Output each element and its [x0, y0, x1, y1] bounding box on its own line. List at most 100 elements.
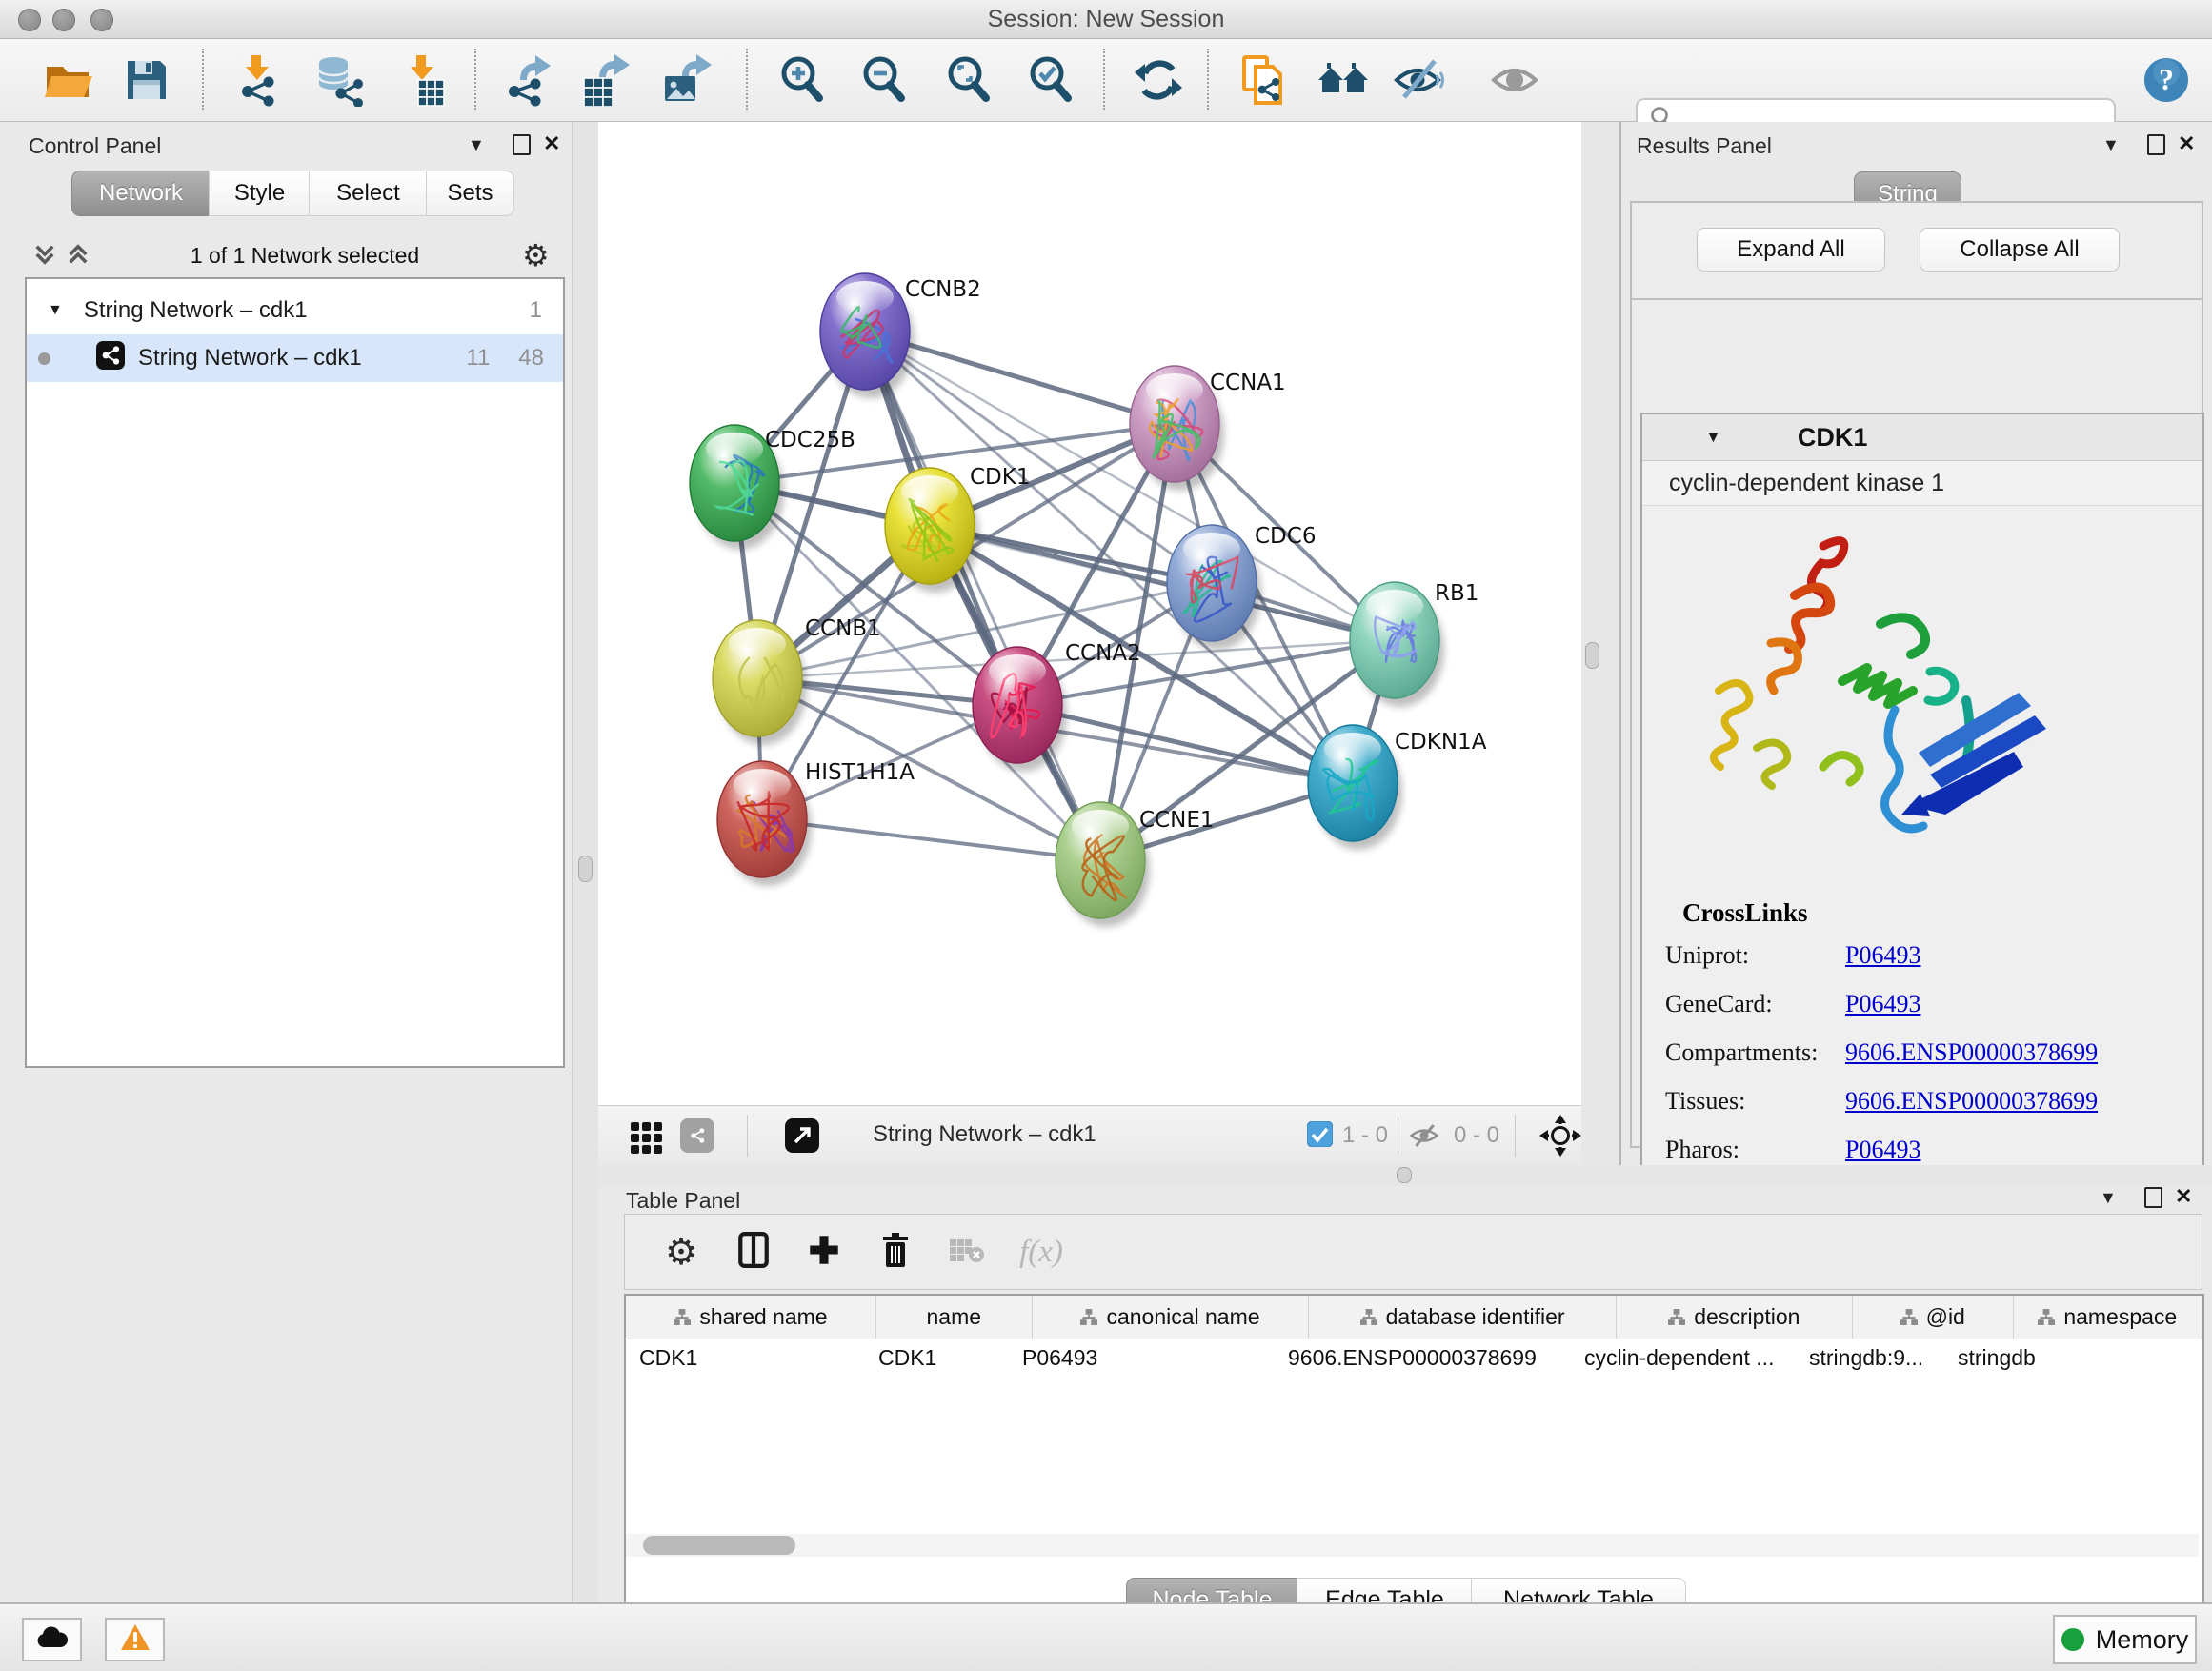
expand-all-button[interactable]: Expand All — [1697, 228, 1885, 272]
collapse-all-button[interactable]: Collapse All — [1920, 228, 2120, 272]
network-node-HIST1H1A[interactable]: HIST1H1A — [717, 760, 915, 886]
network-edge-CCNE1-HIST1H1A[interactable] — [762, 819, 1100, 860]
table-gear-icon[interactable]: ⚙ — [665, 1234, 697, 1270]
table-hscrollbar-thumb[interactable] — [643, 1536, 795, 1555]
collection-expand-icon[interactable]: ▼ — [48, 302, 63, 319]
zoom-fit-content-icon[interactable] — [940, 51, 997, 109]
results-panel-close-icon[interactable]: ✕ — [2178, 131, 2195, 156]
control-panel-close-icon[interactable]: ✕ — [543, 131, 560, 156]
network-status-dot — [38, 352, 50, 365]
collapse-all-icon[interactable] — [34, 244, 55, 270]
table-cell[interactable]: P06493 — [1009, 1339, 1275, 1376]
network-edge-CCNA2-CDKN1A[interactable] — [1017, 705, 1353, 783]
network-node-RB1[interactable]: RB1 — [1350, 581, 1478, 707]
table-panel: Table Panel ▼ ✕ ⚙ f(x) shared namenameca… — [598, 1186, 2212, 1602]
node-label-CDK1: CDK1 — [970, 465, 1031, 490]
clone-network-icon[interactable] — [1235, 51, 1292, 109]
hide-selected-eye-icon[interactable] — [1391, 51, 1448, 109]
import-network-database-icon[interactable] — [311, 51, 368, 109]
table-cell[interactable]: CDK1 — [626, 1339, 865, 1376]
add-column-icon[interactable] — [808, 1234, 840, 1271]
tab-network[interactable]: Network — [71, 171, 211, 216]
network-node-CCNA1[interactable]: CCNA1 — [1130, 366, 1286, 491]
horizontal-splitter-handle[interactable] — [1397, 1167, 1412, 1183]
delete-column-icon[interactable] — [880, 1232, 911, 1273]
table-cell[interactable]: stringdb — [1944, 1339, 2122, 1376]
network-share-icon[interactable] — [680, 1118, 714, 1153]
save-session-icon[interactable] — [118, 51, 175, 109]
zoom-in-icon[interactable] — [774, 51, 831, 109]
table-hscrollbar[interactable] — [626, 1534, 2199, 1557]
tab-style[interactable]: Style — [209, 171, 311, 216]
export-network-icon[interactable] — [499, 51, 556, 109]
network-node-CCNE1[interactable]: CCNE1 — [1056, 802, 1215, 927]
node-label-CCNE1: CCNE1 — [1139, 808, 1215, 833]
section-collapse-icon[interactable]: ▼ — [1705, 428, 1721, 447]
right-splitter-handle[interactable] — [1585, 642, 1599, 669]
zoom-selected-icon[interactable] — [1022, 51, 1079, 109]
network-collection-row[interactable]: ▼ String Network – cdk1 1 — [27, 287, 563, 334]
import-network-file-icon[interactable] — [229, 51, 286, 109]
table-cell[interactable]: stringdb:9... — [1796, 1339, 1944, 1376]
grid-view-icon[interactable] — [631, 1122, 662, 1154]
table-cell[interactable]: cyclin-dependent ... — [1571, 1339, 1796, 1376]
table-cell[interactable]: CDK1 — [865, 1339, 1009, 1376]
network-panel-gear-icon[interactable]: ⚙ — [522, 240, 550, 271]
column-header--id[interactable]: @id — [1853, 1296, 2014, 1339]
tab-sets[interactable]: Sets — [426, 171, 514, 216]
table-columns-icon[interactable] — [737, 1232, 770, 1273]
show-eye-icon[interactable] — [1486, 51, 1543, 109]
open-in-window-icon[interactable] — [785, 1118, 819, 1153]
left-splitter-handle[interactable] — [578, 856, 593, 882]
network-node-CDKN1A[interactable]: CDKN1A — [1308, 725, 1487, 850]
column-header-description[interactable]: description — [1617, 1296, 1853, 1339]
crosslink-link[interactable]: 9606.ENSP00000378699 — [1845, 1087, 2098, 1116]
network-node-CCNB1[interactable]: CCNB1 — [713, 616, 881, 745]
left-splitter[interactable] — [572, 122, 600, 1602]
table-row[interactable]: CDK1CDK1P064939606.ENSP00000378699cyclin… — [626, 1339, 2202, 1376]
crosslink-link[interactable]: P06493 — [1845, 990, 1920, 1018]
column-header-name[interactable]: name — [876, 1296, 1033, 1339]
network-row-selected[interactable]: String Network – cdk1 11 48 — [27, 334, 563, 382]
string-network-icon — [96, 341, 125, 376]
memory-button[interactable]: Memory — [2053, 1615, 2197, 1664]
network-canvas[interactable]: CCNB2CCNA1CDC25BCDK1CDC6RB1CCNB1CCNA2CDK… — [598, 122, 1581, 1105]
column-header-database-identifier[interactable]: database identifier — [1309, 1296, 1616, 1339]
zoom-out-icon[interactable] — [855, 51, 913, 109]
apply-layout-icon[interactable] — [1130, 51, 1187, 109]
selected-checkbox-icon[interactable] — [1307, 1121, 1333, 1152]
expand-all-icon[interactable] — [68, 244, 89, 270]
table-cell[interactable]: 9606.ENSP00000378699 — [1275, 1339, 1571, 1376]
crosslinks-section: CrossLinks Uniprot:P06493GeneCard:P06493… — [1642, 898, 2202, 1184]
export-table-icon[interactable] — [576, 51, 633, 109]
table-panel-float-icon[interactable] — [2144, 1187, 2162, 1208]
results-panel-float-icon[interactable] — [2147, 134, 2165, 155]
column-header-namespace[interactable]: namespace — [2014, 1296, 2202, 1339]
tab-select[interactable]: Select — [309, 171, 428, 216]
control-panel-float-icon[interactable] — [513, 134, 531, 155]
crosslink-link[interactable]: 9606.ENSP00000378699 — [1845, 1038, 2098, 1067]
control-panel-menu-icon[interactable]: ▼ — [468, 135, 485, 155]
cloud-button[interactable] — [22, 1618, 82, 1661]
network-node-CCNB2[interactable]: CCNB2 — [820, 273, 981, 398]
help-icon[interactable]: ? — [2138, 51, 2195, 109]
show-all-houses-icon[interactable] — [1315, 51, 1372, 109]
birds-eye-view-icon[interactable] — [1539, 1115, 1581, 1161]
right-splitter[interactable] — [1581, 122, 1619, 1165]
network-node-CDC6[interactable]: CDC6 — [1167, 524, 1316, 650]
horizontal-splitter[interactable] — [598, 1165, 2212, 1187]
results-panel-menu-icon[interactable]: ▼ — [2102, 135, 2120, 155]
crosslink-link[interactable]: P06493 — [1845, 1136, 1920, 1164]
warning-button[interactable] — [105, 1618, 165, 1661]
open-session-icon[interactable] — [39, 51, 96, 109]
network-node-CDC25B[interactable]: CDC25B — [690, 425, 855, 550]
export-image-icon[interactable] — [657, 51, 714, 109]
table-panel-menu-icon[interactable]: ▼ — [2100, 1188, 2117, 1208]
import-table-file-icon[interactable] — [393, 51, 451, 109]
column-header-shared-name[interactable]: shared name — [626, 1296, 876, 1339]
table-panel-close-icon[interactable]: ✕ — [2175, 1184, 2192, 1209]
protein-description: cyclin-dependent kinase 1 — [1669, 470, 1944, 497]
column-header-canonical-name[interactable]: canonical name — [1033, 1296, 1310, 1339]
crosslink-link[interactable]: P06493 — [1845, 941, 1920, 970]
protein-section-header[interactable]: ▼ CDK1 — [1642, 414, 2202, 461]
